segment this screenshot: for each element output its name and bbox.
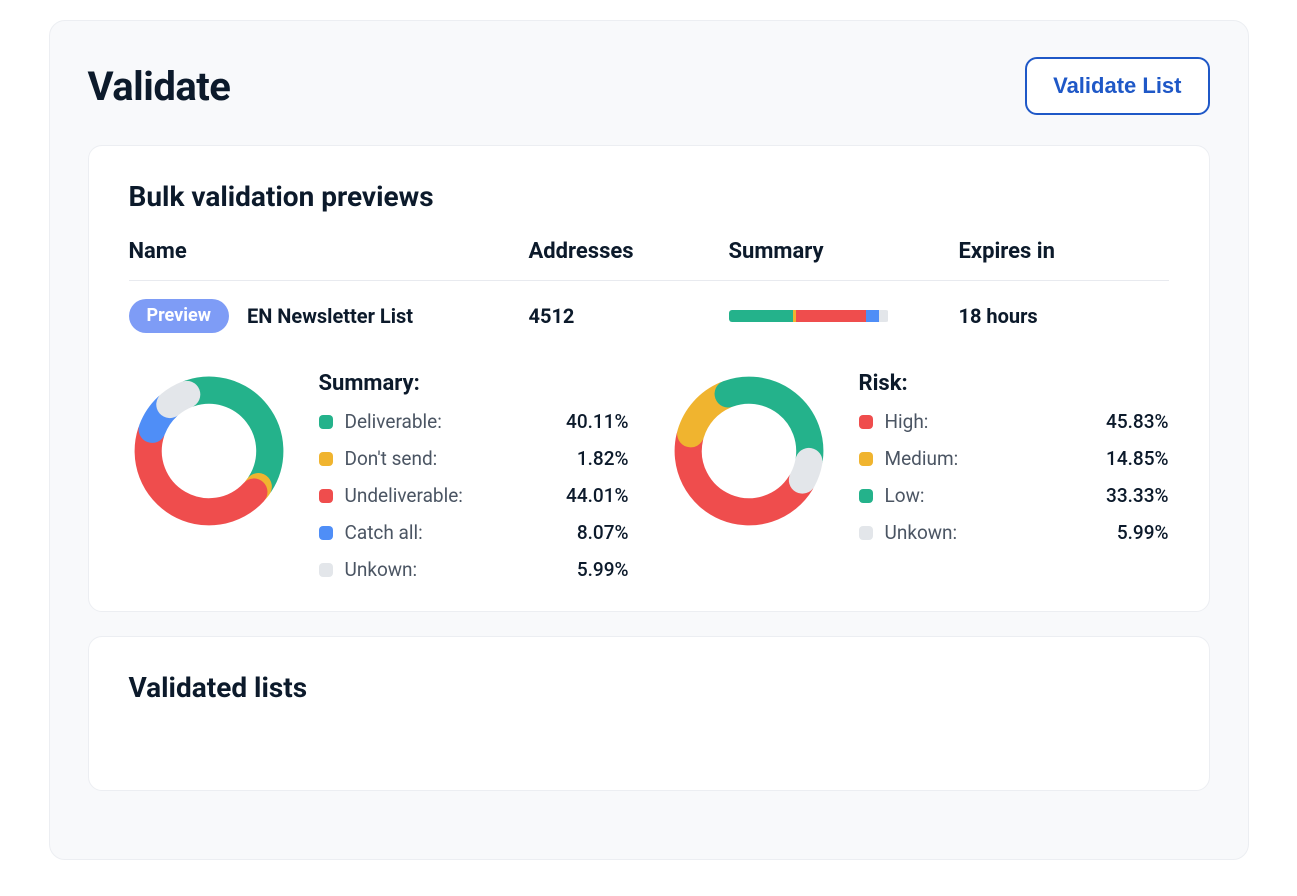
legend-label: Undeliverable:: [345, 484, 537, 507]
col-expires: Expires in: [959, 239, 1169, 264]
legend-swatch: [319, 526, 333, 540]
legend-item: Don't send: 1.82%: [319, 447, 629, 470]
legend-label: Low:: [885, 484, 1077, 507]
legend-value: 45.83%: [1089, 410, 1169, 433]
summary-legend-title: Summary:: [319, 371, 629, 396]
legend-item: High: 45.83%: [859, 410, 1169, 433]
risk-block: Risk: High: 45.83% Medium: 14.85% Low: 33.33%…: [669, 371, 1169, 581]
previews-panel-title: Bulk validation previews: [129, 180, 1169, 213]
preview-row-expires: 18 hours: [959, 304, 1169, 328]
legend-swatch: [319, 415, 333, 429]
legend-item: Deliverable: 40.11%: [319, 410, 629, 433]
risk-donut-chart: [669, 371, 829, 531]
legend-swatch: [859, 526, 873, 540]
legend-value: 8.07%: [549, 521, 629, 544]
col-summary: Summary: [729, 239, 959, 264]
legend-item: Medium: 14.85%: [859, 447, 1169, 470]
legend-value: 44.01%: [549, 484, 629, 507]
preview-row-addresses: 4512: [529, 304, 729, 328]
legend-item: Undeliverable: 44.01%: [319, 484, 629, 507]
legend-swatch: [319, 452, 333, 466]
preview-row-name-cell: Preview EN Newsletter List: [129, 299, 529, 333]
topbar: Validate Validate List: [88, 57, 1210, 115]
legend-value: 40.11%: [549, 410, 629, 433]
summary-donut-chart: [129, 371, 289, 531]
preview-row-summary-bar: [729, 310, 959, 322]
legend-swatch: [319, 563, 333, 577]
legend-swatch: [859, 452, 873, 466]
legend-value: 5.99%: [1089, 521, 1169, 544]
legend-item: Unkown: 5.99%: [859, 521, 1169, 544]
legend-label: Unkown:: [885, 521, 1077, 544]
risk-legend: High: 45.83% Medium: 14.85% Low: 33.33% Unkown…: [859, 410, 1169, 544]
legend-swatch: [859, 489, 873, 503]
legend-swatch: [859, 415, 873, 429]
legend-value: 5.99%: [549, 558, 629, 581]
legend-item: Low: 33.33%: [859, 484, 1169, 507]
preview-row-name: EN Newsletter List: [247, 304, 413, 328]
previews-table-header: Name Addresses Summary Expires in: [129, 239, 1169, 281]
bulk-validation-previews-panel: Bulk validation previews Name Addresses …: [88, 145, 1210, 612]
legend-label: High:: [885, 410, 1077, 433]
validate-list-button[interactable]: Validate List: [1025, 57, 1209, 115]
legend-item: Catch all: 8.07%: [319, 521, 629, 544]
legend-label: Deliverable:: [345, 410, 537, 433]
validated-lists-panel: Validated lists: [88, 636, 1210, 791]
risk-legend-title: Risk:: [859, 371, 1169, 396]
legend-swatch: [319, 489, 333, 503]
legend-value: 14.85%: [1089, 447, 1169, 470]
col-name: Name: [129, 239, 529, 264]
legend-label: Unkown:: [345, 558, 537, 581]
preview-row[interactable]: Preview EN Newsletter List 4512 18 hours: [129, 281, 1169, 351]
legend-value: 33.33%: [1089, 484, 1169, 507]
legend-label: Medium:: [885, 447, 1077, 470]
legend-label: Catch all:: [345, 521, 537, 544]
validated-lists-title: Validated lists: [129, 671, 1169, 704]
col-addresses: Addresses: [529, 239, 729, 264]
page-title: Validate: [88, 63, 231, 110]
summary-block: Summary: Deliverable: 40.11% Don't send: 1.…: [129, 371, 629, 581]
legend-item: Unkown: 5.99%: [319, 558, 629, 581]
preview-details: Summary: Deliverable: 40.11% Don't send: 1.…: [129, 371, 1169, 581]
summary-legend: Deliverable: 40.11% Don't send: 1.82% Undeli…: [319, 410, 629, 581]
preview-pill: Preview: [129, 299, 229, 333]
legend-label: Don't send:: [345, 447, 537, 470]
page-card: Validate Validate List Bulk validation p…: [49, 20, 1249, 860]
legend-value: 1.82%: [549, 447, 629, 470]
